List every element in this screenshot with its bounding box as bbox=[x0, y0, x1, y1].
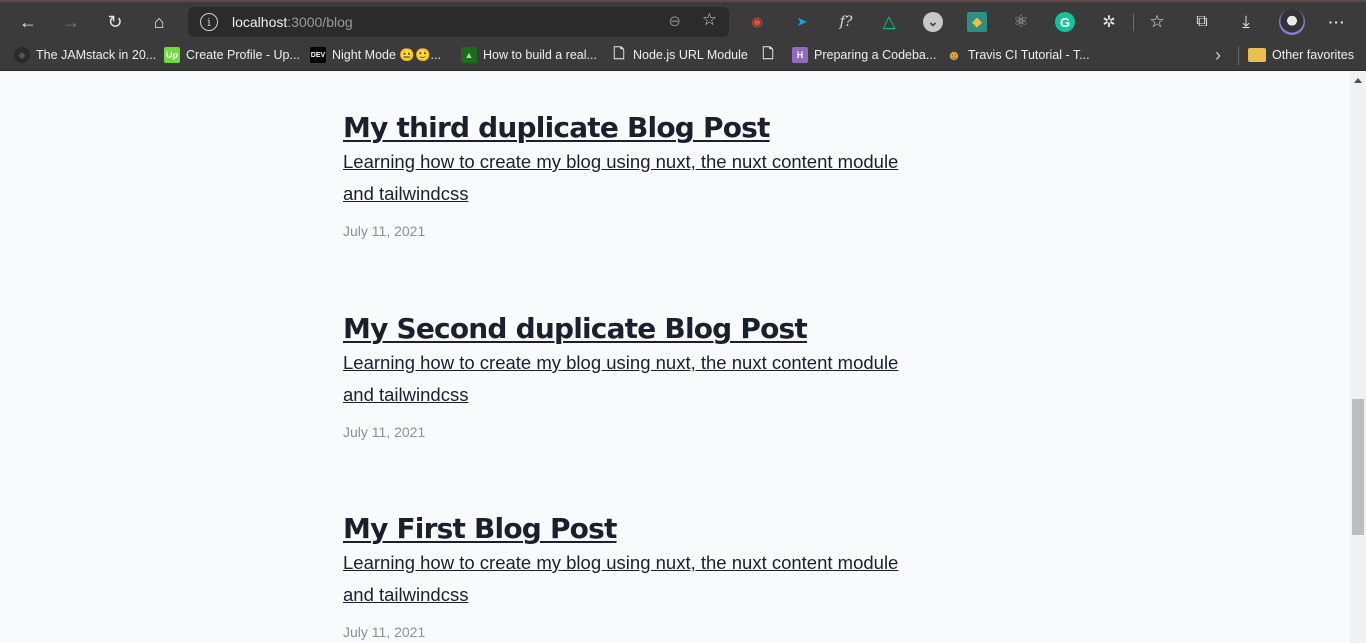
zoom-out-icon[interactable]: ⊖ bbox=[668, 12, 681, 30]
bookmarks-divider bbox=[1238, 47, 1239, 65]
extensions-icon[interactable]: ✲ bbox=[1099, 12, 1119, 32]
refresh-button[interactable]: ↻ bbox=[101, 8, 129, 36]
post-date: July 11, 2021 bbox=[343, 424, 426, 440]
vertical-scrollbar[interactable] bbox=[1350, 72, 1366, 643]
dev-to-icon: DEV bbox=[310, 47, 326, 63]
bookmark-favicon-icon: H bbox=[792, 47, 808, 63]
pocket-extension-icon[interactable]: ⌄ bbox=[923, 12, 943, 32]
bookmark-item[interactable]: ☻ Travis CI Tutorial - T... bbox=[946, 45, 1090, 65]
upwork-icon: Up bbox=[164, 47, 180, 63]
chevron-right-icon: › bbox=[1215, 44, 1221, 65]
bookmark-item[interactable]: DEV Night Mode 😐🙂... bbox=[310, 45, 441, 65]
bookmark-item[interactable]: 🗋 Node.js URL Module bbox=[611, 45, 748, 65]
add-favorite-icon[interactable]: ☆ bbox=[702, 10, 717, 30]
bookmark-item[interactable]: 🗋 bbox=[760, 45, 782, 65]
blog-post[interactable]: My Second duplicate Blog Post Learning h… bbox=[343, 311, 963, 440]
bookmarks-overflow-button[interactable]: › bbox=[1215, 45, 1221, 65]
bookmark-favicon-icon: ▲ bbox=[461, 47, 477, 63]
folder-icon bbox=[1248, 48, 1266, 62]
site-info-icon[interactable]: i bbox=[200, 13, 218, 31]
bookmark-item[interactable]: Up Create Profile - Up... bbox=[164, 45, 300, 65]
forward-button[interactable]: → bbox=[57, 8, 85, 36]
url-host: localhost bbox=[232, 14, 288, 30]
post-title-link[interactable]: My third duplicate Blog Post bbox=[343, 110, 770, 146]
favorites-icon[interactable]: ☆ bbox=[1147, 12, 1167, 32]
url-text[interactable]: localhost:3000/blog bbox=[232, 14, 353, 30]
home-button[interactable]: ⌂ bbox=[145, 8, 173, 36]
page-icon: 🗋 bbox=[762, 45, 774, 61]
other-favorites-button[interactable]: Other favorites bbox=[1248, 45, 1354, 65]
toucan-extension-icon[interactable]: ◆ bbox=[967, 12, 987, 32]
post-date: July 11, 2021 bbox=[343, 624, 426, 640]
toolbar-divider bbox=[1133, 13, 1134, 31]
nuxt-devtools-icon[interactable]: △ bbox=[879, 12, 899, 32]
screen-recorder-icon[interactable]: ◉ bbox=[747, 12, 767, 32]
address-bar[interactable]: i localhost:3000/blog ⊖ ☆ bbox=[188, 7, 729, 37]
bookmark-item[interactable]: ◆ The JAMstack in 20... bbox=[14, 45, 156, 65]
refresh-icon: ↻ bbox=[107, 11, 123, 32]
post-description-link[interactable]: Learning how to create my blog using nux… bbox=[343, 547, 933, 611]
scroll-up-arrow-icon[interactable] bbox=[1354, 78, 1362, 83]
forward-arrow-icon: → bbox=[62, 11, 80, 32]
more-menu-icon[interactable]: ··· bbox=[1327, 12, 1347, 32]
post-title-link[interactable]: My Second duplicate Blog Post bbox=[343, 311, 808, 347]
browser-toolbar: ← → ↻ ⌂ i localhost:3000/blog ⊖ ☆ ◉ ➤ f?… bbox=[0, 0, 1366, 40]
post-description-link[interactable]: Learning how to create my blog using nux… bbox=[343, 347, 933, 411]
bookmark-favicon-icon: ◆ bbox=[14, 47, 30, 63]
back-button[interactable]: ← bbox=[14, 8, 42, 36]
react-devtools-icon[interactable]: ⚛ bbox=[1011, 12, 1031, 32]
profile-avatar[interactable] bbox=[1279, 9, 1305, 35]
post-description-link[interactable]: Learning how to create my blog using nux… bbox=[343, 146, 933, 210]
url-path: :3000/blog bbox=[287, 14, 353, 30]
post-title-link[interactable]: My First Blog Post bbox=[343, 511, 617, 547]
bookmark-item[interactable]: ▲ How to build a real... bbox=[461, 45, 597, 65]
bookmark-item[interactable]: H Preparing a Codeba... bbox=[792, 45, 936, 65]
travis-ci-icon: ☻ bbox=[946, 47, 962, 63]
font-identifier-icon[interactable]: f? bbox=[836, 12, 856, 32]
back-arrow-icon: ← bbox=[19, 11, 37, 32]
page-icon: 🗋 bbox=[613, 45, 625, 61]
downloads-icon[interactable]: ⤓ bbox=[1236, 12, 1256, 32]
blog-page: My third duplicate Blog Post Learning ho… bbox=[0, 72, 1350, 643]
grammarly-icon[interactable]: G bbox=[1055, 12, 1075, 32]
collections-icon[interactable]: ⧉ bbox=[1192, 12, 1212, 32]
post-date: July 11, 2021 bbox=[343, 223, 426, 239]
send-extension-icon[interactable]: ➤ bbox=[792, 12, 812, 32]
bookmarks-bar: ◆ The JAMstack in 20... Up Create Profile … bbox=[0, 40, 1366, 71]
home-icon: ⌂ bbox=[153, 11, 165, 32]
blog-post[interactable]: My First Blog Post Learning how to creat… bbox=[343, 511, 963, 640]
scrollbar-thumb[interactable] bbox=[1352, 399, 1364, 535]
blog-post[interactable]: My third duplicate Blog Post Learning ho… bbox=[343, 110, 963, 239]
